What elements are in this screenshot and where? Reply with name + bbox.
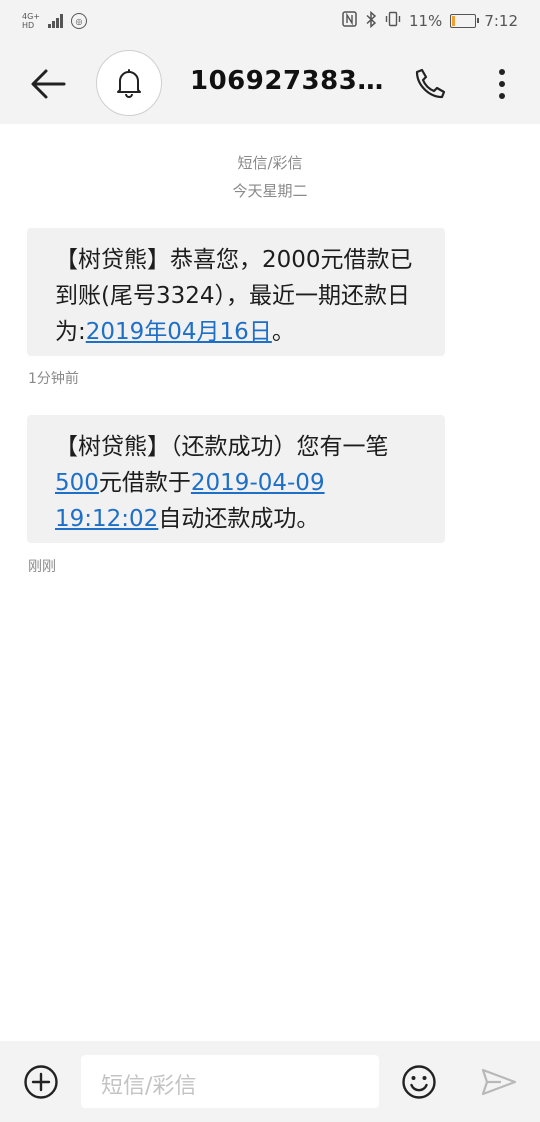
message-input[interactable]: 短信/彩信 xyxy=(81,1055,379,1108)
vibrate-icon xyxy=(385,11,401,31)
status-left: 4G+ HD ◎ xyxy=(22,12,87,30)
status-time: 7:12 xyxy=(484,12,518,30)
date-label: 今天星期二 xyxy=(232,182,308,200)
emoji-icon xyxy=(402,1065,436,1099)
message-bubble[interactable]: 【树贷熊】（还款成功）您有一笔500元借款于2019-04-09 19:12:0… xyxy=(27,415,445,543)
battery-percent: 11% xyxy=(408,12,443,30)
add-attachment-button[interactable] xyxy=(22,1063,60,1101)
message-time: 1分钟前 xyxy=(28,371,79,387)
message-text: 【树贷熊】（还款成功）您有一笔 xyxy=(55,434,389,460)
network-type: 4G+ xyxy=(22,12,40,21)
status-bar: 4G+ HD ◎ 11% 7:12 xyxy=(0,0,540,42)
app-header: 1069273830… xyxy=(0,42,540,124)
emoji-button[interactable] xyxy=(400,1063,438,1101)
bell-icon xyxy=(117,69,141,98)
message-bubble[interactable]: 【树贷熊】恭喜您，2000元借款已到账(尾号3324），最近一期还款日为:201… xyxy=(27,228,445,356)
nfc-icon xyxy=(342,11,357,31)
contact-avatar[interactable] xyxy=(96,50,162,116)
network-type-label: 4G+ HD xyxy=(22,12,40,30)
phone-icon xyxy=(415,68,446,99)
composer-bar: 短信/彩信 xyxy=(0,1041,540,1122)
send-icon xyxy=(481,1068,517,1096)
add-circle-icon xyxy=(24,1065,58,1099)
date-link[interactable]: 2019年04月16日 xyxy=(86,319,272,345)
data-saver-icon: ◎ xyxy=(71,13,87,29)
back-button[interactable] xyxy=(26,62,70,106)
battery-fill xyxy=(452,16,455,26)
more-options-button[interactable] xyxy=(480,62,524,106)
more-vertical-icon xyxy=(499,69,505,99)
message-text-end: 自动还款成功。 xyxy=(158,506,320,532)
signal-icon xyxy=(48,14,63,28)
contact-title[interactable]: 1069273830… xyxy=(190,66,390,96)
send-button[interactable] xyxy=(478,1063,520,1101)
network-sub: HD xyxy=(22,21,35,30)
message-text-end: 。 xyxy=(271,319,295,345)
channel-label: 短信/彩信 xyxy=(237,154,303,172)
status-right: 11% 7:12 xyxy=(342,10,518,32)
back-arrow-icon xyxy=(31,69,66,99)
message-text-middle: 元借款于 xyxy=(98,470,191,496)
message-time: 刚刚 xyxy=(28,559,56,575)
bluetooth-icon xyxy=(365,10,377,32)
battery-icon xyxy=(450,14,480,28)
call-button[interactable] xyxy=(408,62,452,106)
amount-link[interactable]: 500 xyxy=(55,470,99,496)
